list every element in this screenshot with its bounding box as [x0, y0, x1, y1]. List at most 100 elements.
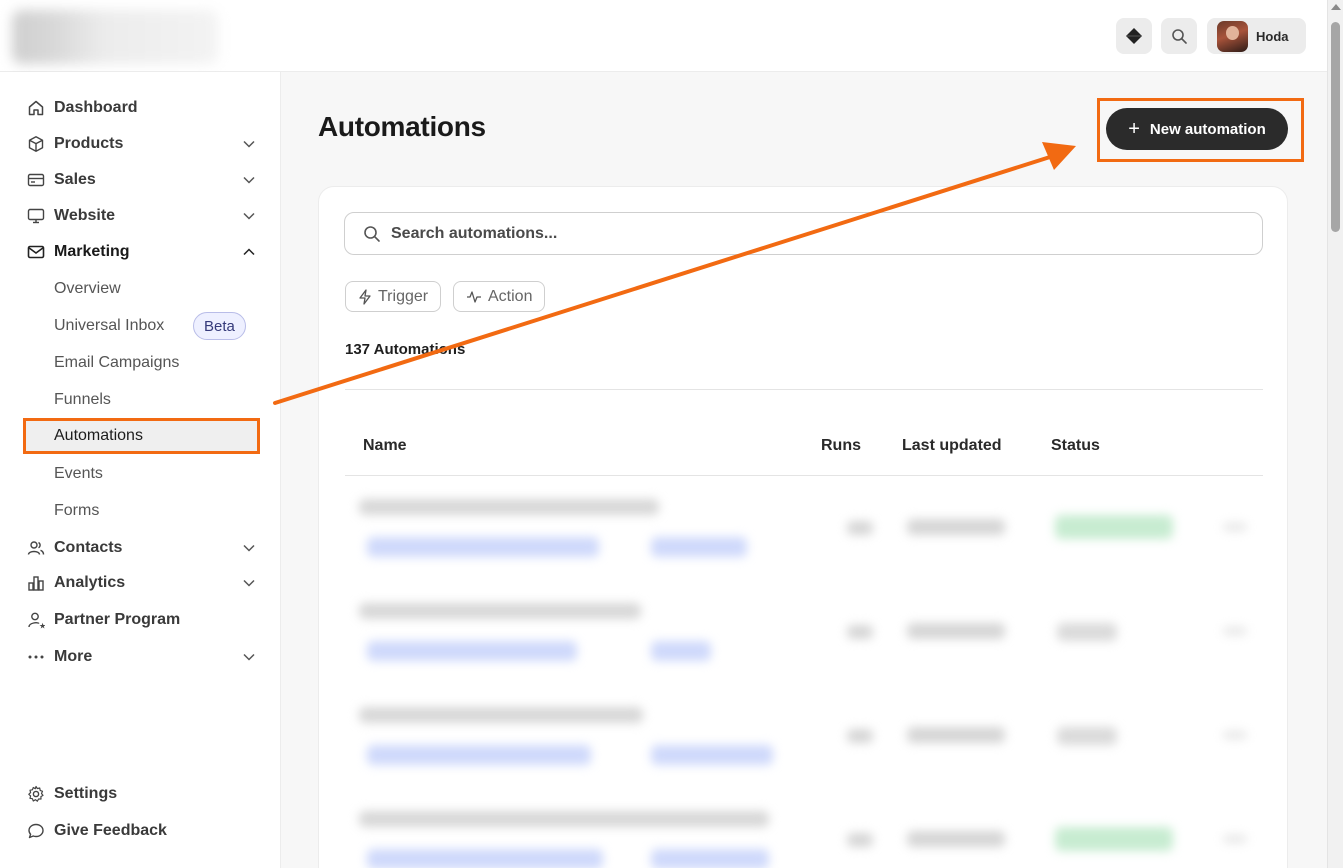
- chevron-down-icon[interactable]: [242, 173, 256, 187]
- blurred-tag: [651, 745, 773, 765]
- column-header-status[interactable]: Status: [1051, 437, 1100, 455]
- sidebar-item-more[interactable]: More: [0, 640, 281, 674]
- scroll-thumb[interactable]: [1331, 22, 1340, 232]
- blurred-status: [1057, 623, 1117, 641]
- monitor-icon: [27, 207, 45, 225]
- sidebar-subitem-label: Funnels: [54, 391, 111, 408]
- row-menu-icon: [1223, 731, 1247, 739]
- mail-icon: [27, 243, 45, 261]
- chevron-down-icon[interactable]: [242, 576, 256, 590]
- table-row[interactable]: [345, 799, 1263, 868]
- sidebar-subitem-overview[interactable]: Overview: [23, 271, 260, 307]
- chevron-down-icon[interactable]: [242, 137, 256, 151]
- top-bar: Hoda: [0, 0, 1327, 72]
- blurred-date: [907, 623, 1005, 639]
- column-header-name[interactable]: Name: [363, 437, 407, 455]
- bar-chart-icon: [27, 574, 45, 592]
- sidebar-item-label: Products: [54, 135, 124, 152]
- sidebar-item-label: Give Feedback: [54, 822, 167, 839]
- sidebar-item-give-feedback[interactable]: Give Feedback: [0, 814, 281, 848]
- blurred-tag: [367, 745, 591, 765]
- filter-trigger[interactable]: Trigger: [345, 281, 442, 312]
- blurred-runs: [847, 521, 873, 535]
- row-menu-icon: [1223, 627, 1247, 635]
- activity-icon: [467, 290, 481, 303]
- sidebar-item-settings[interactable]: Settings: [0, 777, 281, 811]
- automation-count: 137 Automations: [345, 341, 466, 358]
- sidebar-subitem-label: Automations: [54, 427, 143, 444]
- user-star-icon: ★: [27, 611, 45, 629]
- sidebar-item-label: Marketing: [54, 243, 130, 260]
- sidebar-subitem-label: Events: [54, 465, 103, 482]
- chevron-up-icon[interactable]: [242, 245, 256, 259]
- user-menu[interactable]: Hoda: [1207, 18, 1306, 54]
- page-title: Automations: [318, 111, 486, 142]
- search-icon: [364, 226, 380, 242]
- new-automation-label: New automation: [1149, 120, 1266, 138]
- chevron-down-icon[interactable]: [242, 209, 256, 223]
- sidebar-subitem-forms[interactable]: Forms: [23, 493, 260, 529]
- sidebar-item-dashboard[interactable]: Dashboard: [0, 91, 281, 125]
- sidebar: Dashboard Products Sales Website Marketi…: [0, 72, 281, 868]
- blurred-runs: [847, 729, 873, 743]
- table-row[interactable]: [345, 487, 1263, 591]
- filter-action[interactable]: Action: [453, 281, 546, 312]
- column-header-runs[interactable]: Runs: [821, 437, 861, 455]
- row-menu-icon: [1223, 523, 1247, 531]
- divider: [345, 475, 1263, 476]
- credit-card-icon: [27, 171, 45, 189]
- sidebar-subitem-automations[interactable]: Automations: [23, 418, 260, 454]
- diamond-icon-button[interactable]: [1116, 18, 1152, 54]
- blurred-status: [1055, 827, 1173, 851]
- sidebar-item-products[interactable]: Products: [0, 127, 281, 161]
- sidebar-item-partner-program[interactable]: ★ Partner Program: [0, 603, 281, 637]
- search-button[interactable]: [1161, 18, 1197, 54]
- blurred-date: [907, 831, 1005, 847]
- sidebar-item-website[interactable]: Website: [0, 199, 281, 233]
- sidebar-item-analytics[interactable]: Analytics: [0, 566, 281, 600]
- blurred-tag: [651, 849, 769, 868]
- row-menu-icon: [1223, 835, 1247, 843]
- sidebar-subitem-label: Email Campaigns: [54, 354, 180, 371]
- automations-card: Search automations... Trigger Action 137…: [318, 186, 1288, 868]
- sidebar-subitem-funnels[interactable]: Funnels: [23, 382, 260, 418]
- blurred-tag: [651, 537, 747, 557]
- sidebar-subitem-events[interactable]: Events: [23, 456, 260, 492]
- sidebar-subitem-label: Universal Inbox: [54, 317, 165, 334]
- chevron-down-icon[interactable]: [242, 541, 256, 555]
- chevron-down-icon[interactable]: [242, 650, 256, 664]
- filter-trigger-label: Trigger: [378, 287, 429, 305]
- sidebar-item-sales[interactable]: Sales: [0, 163, 281, 197]
- scroll-up-arrow-icon[interactable]: [1331, 4, 1341, 10]
- sidebar-item-label: Contacts: [54, 539, 123, 556]
- blurred-status: [1057, 727, 1117, 745]
- search-input[interactable]: Search automations...: [344, 212, 1263, 255]
- blurred-tag: [367, 537, 599, 557]
- box-icon: [27, 135, 45, 153]
- column-header-last-updated[interactable]: Last updated: [902, 437, 1002, 455]
- table-row[interactable]: [345, 591, 1263, 695]
- sidebar-subitem-label: Overview: [54, 280, 121, 297]
- filter-action-label: Action: [488, 287, 533, 305]
- search-icon: [1172, 29, 1187, 44]
- blurred-name: [359, 603, 641, 619]
- sidebar-item-label: Website: [54, 207, 116, 224]
- sidebar-item-label: Settings: [54, 785, 118, 802]
- blurred-status: [1055, 515, 1173, 539]
- home-icon: [27, 99, 45, 117]
- scrollbar[interactable]: [1327, 0, 1343, 868]
- plus-icon: +: [1128, 118, 1140, 140]
- sidebar-item-label: Dashboard: [54, 99, 138, 116]
- sidebar-item-marketing[interactable]: Marketing: [0, 235, 281, 269]
- new-automation-button[interactable]: + New automation: [1106, 108, 1288, 150]
- beta-badge: Beta: [193, 312, 246, 340]
- sidebar-item-contacts[interactable]: Contacts: [0, 531, 281, 565]
- sidebar-subitem-universal-inbox[interactable]: Universal Inbox Beta: [23, 308, 260, 344]
- divider: [345, 389, 1263, 390]
- sidebar-item-label: Partner Program: [54, 611, 181, 628]
- blurred-tag: [367, 849, 603, 868]
- table-row[interactable]: [345, 695, 1263, 799]
- sidebar-subitem-email-campaigns[interactable]: Email Campaigns: [23, 345, 260, 381]
- brand-logo[interactable]: [12, 10, 218, 64]
- blurred-date: [907, 727, 1005, 743]
